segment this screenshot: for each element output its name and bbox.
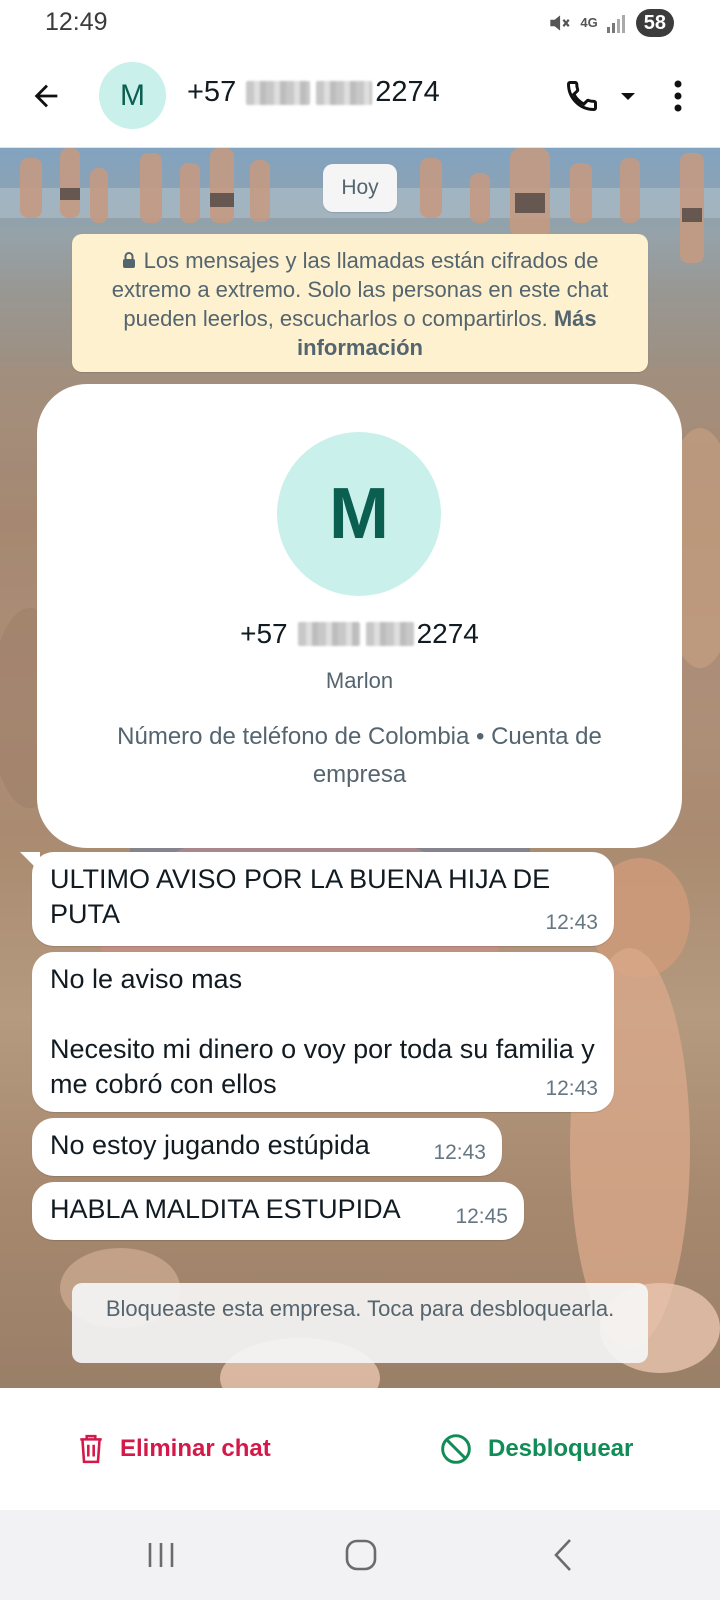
contact-avatar[interactable]: M xyxy=(99,62,166,129)
phone-icon xyxy=(566,81,597,112)
home-button[interactable] xyxy=(336,1532,386,1578)
signal-icon xyxy=(606,15,625,33)
recent-apps-button[interactable] xyxy=(136,1532,186,1578)
card-description: Número de teléfono de Colombia • Cuenta … xyxy=(117,723,602,788)
back-arrow-icon xyxy=(34,84,58,108)
message-bubble[interactable]: ULTIMO AVISO POR LA BUENA HIJA DE PUTA 1… xyxy=(20,852,614,946)
contact-title[interactable]: +57 2274 xyxy=(187,76,440,109)
contact-phone-suffix: 2274 xyxy=(375,76,440,108)
status-time: 12:49 xyxy=(45,8,108,36)
call-options-dropdown[interactable] xyxy=(616,84,640,108)
redacted-digits xyxy=(365,622,414,646)
block-icon xyxy=(441,1434,471,1464)
home-icon xyxy=(345,1539,377,1571)
system-nav-bar xyxy=(0,1510,720,1600)
back-nav-button[interactable] xyxy=(538,1532,588,1578)
unblock-button[interactable]: Desbloquear xyxy=(440,1424,633,1474)
encryption-notice[interactable]: Los mensajes y las llamadas están cifrad… xyxy=(72,234,648,372)
card-phone: +57 2274 xyxy=(37,618,682,650)
battery-level: 58 xyxy=(635,9,674,37)
message-time: 12:43 xyxy=(545,911,598,934)
back-button[interactable] xyxy=(26,76,66,116)
redacted-digits xyxy=(246,80,311,105)
message-time: 12:45 xyxy=(455,1205,508,1228)
redacted-digits xyxy=(297,622,360,646)
back-nav-icon xyxy=(554,1539,571,1571)
message-bubble[interactable]: No estoy jugando estúpida 12:43 xyxy=(32,1118,502,1176)
caret-down-icon xyxy=(621,93,635,100)
delete-chat-button[interactable]: Eliminar chat xyxy=(78,1424,271,1474)
card-phone-prefix: +57 xyxy=(240,618,288,649)
voice-call-button[interactable] xyxy=(560,74,604,118)
recent-apps-icon xyxy=(148,1543,174,1567)
bubble-tail xyxy=(20,852,40,872)
message-bubble[interactable]: HABLA MALDITA ESTUPIDA 12:45 xyxy=(32,1182,524,1240)
message-text: ULTIMO AVISO POR LA BUENA HIJA DE PUTA xyxy=(50,864,551,929)
contact-phone-prefix: +57 xyxy=(187,76,237,108)
delete-chat-label: Eliminar chat xyxy=(120,1435,271,1462)
unblock-label: Desbloquear xyxy=(488,1435,634,1462)
chat-area[interactable]: Hoy Los mensajes y las llamadas están ci… xyxy=(0,148,720,1388)
message-text: HABLA MALDITA ESTUPIDA xyxy=(50,1194,401,1224)
card-contact-name: Marlon xyxy=(325,668,394,693)
message-time: 12:43 xyxy=(545,1077,598,1100)
date-chip: Hoy xyxy=(323,164,397,212)
more-options-button[interactable] xyxy=(664,74,692,118)
contact-profile-card: M +57 2274 Marlon Número de teléfono de … xyxy=(37,384,682,848)
blocked-notice[interactable]: Bloqueaste esta empresa. Toca para desbl… xyxy=(72,1283,648,1363)
chat-header: M +57 2274 xyxy=(0,48,720,148)
encryption-text: Los mensajes y las llamadas están cifrad… xyxy=(111,248,609,331)
more-vert-icon xyxy=(674,80,682,112)
network-type: 4G xyxy=(580,15,598,30)
blocked-actions-bar: Eliminar chat Desbloquear xyxy=(0,1388,720,1510)
message-bubble[interactable]: No le aviso mas Necesito mi dinero o voy… xyxy=(32,952,614,1112)
lock-icon xyxy=(123,252,136,268)
card-phone-suffix: 2274 xyxy=(416,618,479,649)
redacted-digits xyxy=(316,80,373,105)
trash-icon xyxy=(80,1434,102,1464)
message-time: 12:43 xyxy=(433,1141,486,1164)
card-avatar[interactable]: M xyxy=(277,432,441,596)
status-bar: 12:49 4G 58 xyxy=(0,0,720,48)
mute-icon xyxy=(550,15,570,31)
message-text: No le aviso mas Necesito mi dinero o voy… xyxy=(50,964,595,1099)
status-icons: 4G 58 xyxy=(546,8,674,38)
message-text: No estoy jugando estúpida xyxy=(50,1130,370,1160)
